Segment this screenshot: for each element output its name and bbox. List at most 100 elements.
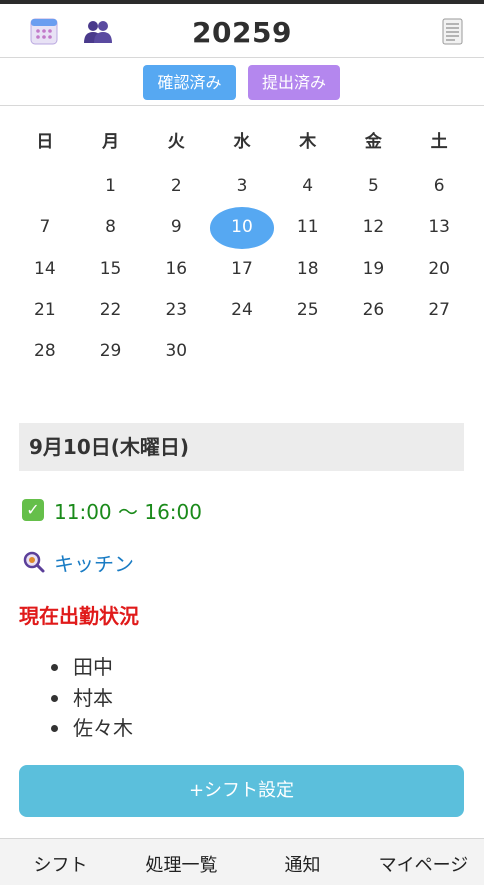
calendar-day-number: 21 xyxy=(34,299,56,320)
weekday-label: 火 xyxy=(167,132,185,152)
submitted-button[interactable]: 提出済み xyxy=(248,65,340,100)
calendar-day[interactable]: 1 xyxy=(78,166,144,207)
calendar-day[interactable]: 25 xyxy=(275,290,341,331)
calendar-day[interactable]: 29 xyxy=(78,331,144,372)
confirmed-button[interactable]: 確認済み xyxy=(143,65,236,100)
calendar-empty-cell xyxy=(275,331,341,372)
calendar-empty-cell xyxy=(341,331,407,372)
weekday-label: 水 xyxy=(233,132,251,152)
calendar-day[interactable]: 16 xyxy=(143,249,209,290)
nav-item-mypage[interactable]: マイページ xyxy=(363,839,484,885)
header: 20259 xyxy=(0,4,484,58)
bottom-nav: シフト 処理一覧 通知 マイページ xyxy=(0,838,484,885)
calendar-day[interactable]: 14 xyxy=(12,249,78,290)
calendar-day-number: 15 xyxy=(99,258,122,279)
calendar-day-number: 6 xyxy=(433,176,445,196)
calendar: 日 月 火 水 木 金 土 1 2 3 4 5 6 7 8 9 10 11 12 13 14 15 16 17 1… xyxy=(12,118,472,372)
weekday-label: 月 xyxy=(102,132,120,152)
calendar-day-number: 25 xyxy=(296,299,319,320)
shift-place-link[interactable]: キッチン xyxy=(54,548,134,577)
calendar-day-number: 18 xyxy=(296,258,319,279)
calendar-week-row: 7 8 9 10 11 12 13 xyxy=(12,207,472,249)
calendar-day-number: 13 xyxy=(428,217,450,238)
calendar-day[interactable]: 30 xyxy=(143,331,209,372)
calendar-day[interactable]: 2 xyxy=(143,166,209,207)
calendar-day[interactable]: 12 xyxy=(341,207,407,248)
calendar-day-number: 5 xyxy=(368,176,379,196)
calendar-day[interactable]: 4 xyxy=(275,166,341,207)
calendar-day-number: 14 xyxy=(34,258,56,279)
calendar-day-number: 4 xyxy=(302,176,314,196)
calendar-day-number: 23 xyxy=(165,299,188,320)
page-title: 20259 xyxy=(192,16,292,49)
calendar-week-row: 21 22 23 24 25 26 27 xyxy=(12,290,472,331)
place-search-icon xyxy=(22,550,46,574)
calendar-day[interactable]: 11 xyxy=(275,207,341,248)
calendar-day-number: 26 xyxy=(362,299,385,320)
calendar-week-row: 28 29 30 xyxy=(12,331,472,372)
calendar-day-number: 30 xyxy=(165,341,188,362)
calendar-day[interactable]: 3 xyxy=(209,166,275,207)
nav-item-process-list[interactable]: 処理一覧 xyxy=(121,839,242,885)
calendar-day[interactable]: 19 xyxy=(341,249,407,290)
weekday-header: 日 月 火 水 木 金 土 xyxy=(12,118,472,166)
calendar-day-number: 12 xyxy=(362,217,385,238)
calendar-day-number: 24 xyxy=(231,299,253,320)
calendar-day[interactable]: 28 xyxy=(12,331,78,372)
calendar-day[interactable]: 23 xyxy=(143,290,209,331)
add-shift-button[interactable]: +シフト設定 xyxy=(19,765,464,817)
nav-item-notifications[interactable]: 通知 xyxy=(242,839,363,885)
calendar-week-row: 1 2 3 4 5 6 xyxy=(12,166,472,207)
calendar-day-number: 1 xyxy=(105,176,116,196)
calendar-day-number: 9 xyxy=(170,217,182,238)
attendance-title: 現在出勤状況 xyxy=(19,604,139,628)
calendar-day[interactable]: 10 xyxy=(209,207,275,249)
staff-item: 村本 xyxy=(51,683,133,714)
calendar-day-number: 20 xyxy=(428,258,450,279)
weekday-label: 日 xyxy=(36,132,54,152)
calendar-day[interactable]: 27 xyxy=(406,290,472,331)
weekday-label: 土 xyxy=(430,132,448,152)
calendar-days: 1 2 3 4 5 6 7 8 9 10 11 12 13 14 15 16 17 18 19 20 21 22 23 24 2… xyxy=(12,166,472,372)
calendar-empty-cell xyxy=(406,331,472,372)
calendar-day-number: 29 xyxy=(99,341,122,362)
status-filter-row: 確認済み 提出済み xyxy=(0,58,484,106)
calendar-day[interactable]: 17 xyxy=(209,249,275,290)
nav-item-shift[interactable]: シフト xyxy=(0,839,121,885)
calendar-day[interactable]: 15 xyxy=(78,249,144,290)
calendar-day-number: 7 xyxy=(39,217,51,238)
calendar-day-number: 16 xyxy=(165,258,188,279)
calendar-day[interactable]: 24 xyxy=(209,290,275,331)
calendar-week-row: 14 15 16 17 18 19 20 xyxy=(12,249,472,290)
calendar-day[interactable]: 26 xyxy=(341,290,407,331)
calendar-day[interactable]: 21 xyxy=(12,290,78,331)
weekday-label: 金 xyxy=(364,132,382,152)
calendar-day[interactable]: 9 xyxy=(143,207,209,248)
shift-time: 11:00 〜 16:00 xyxy=(54,499,202,524)
calendar-day-number: 11 xyxy=(296,217,319,238)
staff-item: 田中 xyxy=(51,652,133,683)
calendar-day[interactable]: 8 xyxy=(78,207,144,248)
calendar-day-number: 2 xyxy=(170,176,182,196)
document-icon[interactable] xyxy=(437,16,467,46)
calendar-day[interactable]: 18 xyxy=(275,249,341,290)
calendar-empty-cell xyxy=(12,166,78,207)
calendar-empty-cell xyxy=(209,331,275,372)
calendar-day[interactable]: 5 xyxy=(341,166,407,207)
calendar-day[interactable]: 13 xyxy=(406,207,472,248)
calendar-day-number: 8 xyxy=(105,217,116,238)
calendar-day-number: 17 xyxy=(231,258,253,279)
weekday-label: 木 xyxy=(299,132,317,152)
calendar-day-number: 27 xyxy=(428,299,450,320)
calendar-day[interactable]: 22 xyxy=(78,290,144,331)
shift-place-row: キッチン xyxy=(22,547,134,577)
calendar-day[interactable]: 20 xyxy=(406,249,472,290)
calendar-day-number: 28 xyxy=(34,341,56,362)
calendar-day-number: 10 xyxy=(231,217,253,238)
staff-item: 佐々木 xyxy=(51,713,133,744)
staff-list: 田中 村本 佐々木 xyxy=(51,652,133,744)
calendar-day-number: 3 xyxy=(236,176,248,196)
selected-date-heading: 9月10日(木曜日) xyxy=(19,423,464,471)
calendar-day[interactable]: 6 xyxy=(406,166,472,207)
calendar-day[interactable]: 7 xyxy=(12,207,78,248)
